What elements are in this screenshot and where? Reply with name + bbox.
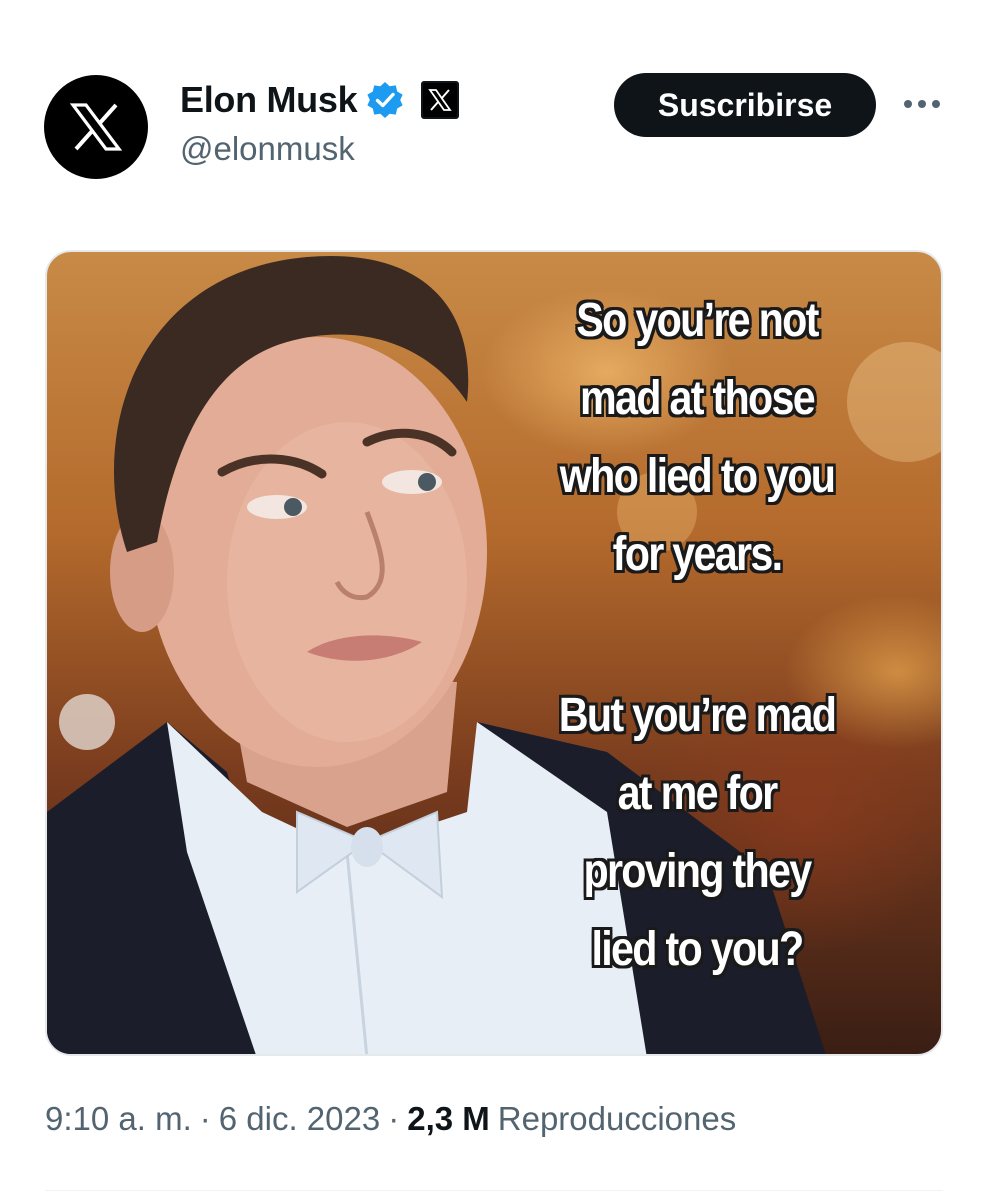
tweet: Elon Musk @elonmusk Suscribirse So you’r… xyxy=(0,0,990,1200)
meta-separator: · xyxy=(388,1100,400,1137)
verified-badge-icon[interactable] xyxy=(365,80,405,120)
avatar[interactable] xyxy=(44,75,148,179)
tweet-time[interactable]: 9:10 a. m. xyxy=(45,1100,192,1138)
views-label[interactable]: Reproducciones xyxy=(498,1100,736,1138)
author-handle[interactable]: @elonmusk xyxy=(180,130,355,168)
meta-separator: · xyxy=(199,1100,211,1137)
divider xyxy=(45,1190,943,1191)
author-name-row: Elon Musk xyxy=(180,76,460,124)
author-display-name[interactable]: Elon Musk xyxy=(180,79,358,121)
affiliation-x-badge-icon[interactable] xyxy=(421,81,460,119)
views-count[interactable]: 2,3 M xyxy=(407,1100,490,1138)
tweet-meta: 9:10 a. m. · 6 dic. 2023 · 2,3 M Reprodu… xyxy=(45,1100,736,1138)
meme-caption-bottom: But you’re mad at me for proving they li… xyxy=(558,689,837,976)
more-options-icon[interactable] xyxy=(900,84,944,124)
meme-caption-top: So you’re not mad at those who lied to y… xyxy=(559,294,836,581)
x-logo-icon xyxy=(69,103,123,151)
tweet-date[interactable]: 6 dic. 2023 xyxy=(219,1100,380,1138)
tweet-media-image[interactable]: So you’re not mad at those who lied to y… xyxy=(45,250,943,1056)
subscribe-button[interactable]: Suscribirse xyxy=(614,73,876,137)
